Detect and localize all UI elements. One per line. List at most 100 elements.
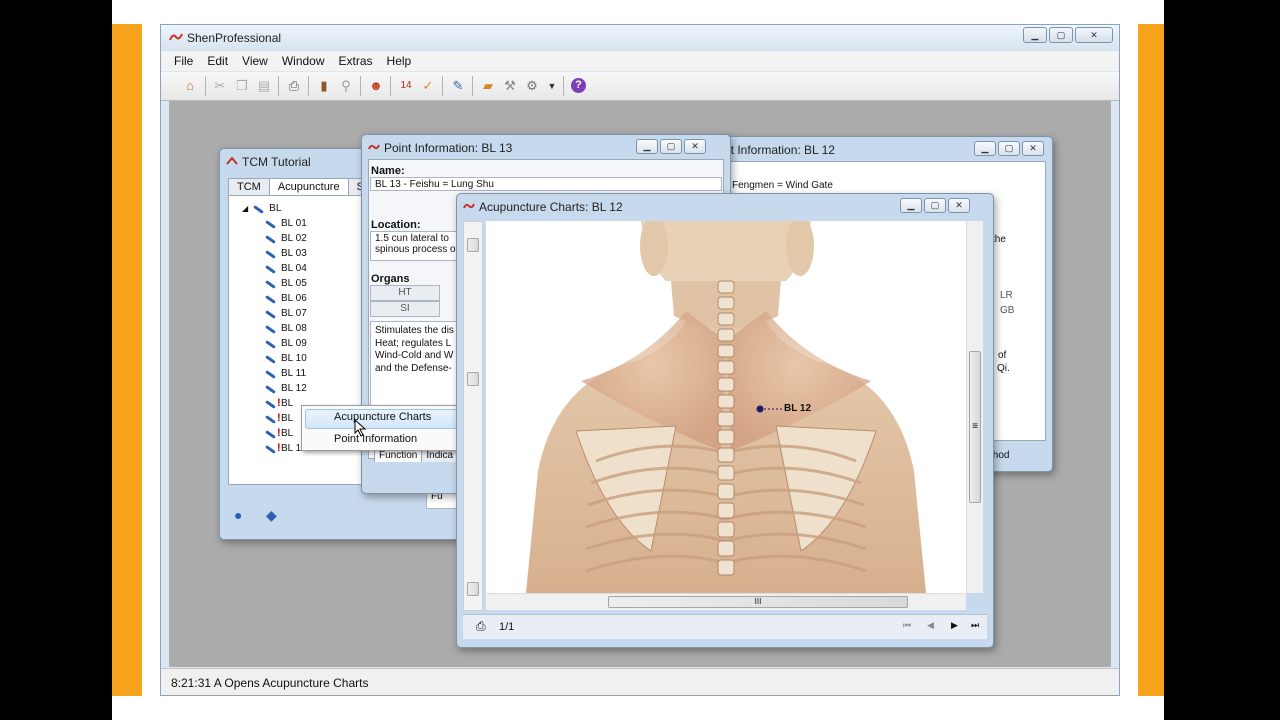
tree-root-bl[interactable]: ◢ BL xyxy=(242,201,281,216)
tools-icon[interactable]: ⚒ xyxy=(501,77,519,95)
name-label: Name: xyxy=(371,165,405,177)
acupuncture-chart-image[interactable]: BL 12 xyxy=(486,221,966,593)
status-text: 8:21:31 A Opens Acupuncture Charts xyxy=(171,676,369,690)
tree-item[interactable]: BL 06 xyxy=(264,291,307,306)
chart-vertical-scrollbar[interactable]: ≡ xyxy=(966,221,983,593)
minimize-button[interactable]: ▁ xyxy=(636,139,658,154)
home-icon[interactable]: ⌂ xyxy=(181,77,199,95)
close-button[interactable]: ✕ xyxy=(1022,141,1044,156)
menu-item-acupuncture-charts[interactable]: Acupuncture Charts xyxy=(334,411,431,423)
needle-icon xyxy=(264,218,276,230)
main-window: ShenProfessional ▁ ▢ ✕ File Edit View Wi… xyxy=(160,24,1120,696)
needle-icon xyxy=(264,383,276,395)
blue-pin-icon[interactable]: ● xyxy=(234,507,254,525)
maximize-button[interactable]: ▢ xyxy=(660,139,682,154)
organ-cell-ht: HT xyxy=(370,285,440,301)
tree-item[interactable]: BL xyxy=(264,396,293,411)
maximize-button[interactable]: ▢ xyxy=(998,141,1020,156)
cursor-icon xyxy=(354,419,367,437)
tree-item[interactable]: BL 05 xyxy=(264,276,307,291)
next-page-icon[interactable]: ▶ xyxy=(951,620,958,631)
tree-item[interactable]: BL 07 xyxy=(264,306,307,321)
orange-border-right xyxy=(1138,24,1164,696)
menu-view[interactable]: View xyxy=(235,51,275,71)
orange-border-left xyxy=(112,24,142,696)
close-button[interactable]: ✕ xyxy=(948,198,970,213)
maximize-button[interactable]: ▢ xyxy=(924,198,946,213)
needle-warning-icon xyxy=(264,397,281,410)
organs-label: Organs xyxy=(371,273,410,285)
book-icon[interactable]: ▮ xyxy=(315,77,333,95)
menu-help[interactable]: Help xyxy=(380,51,419,71)
dropdown-icon[interactable]: ▼ xyxy=(543,77,561,95)
tab-tcm[interactable]: TCM xyxy=(228,178,270,195)
menu-file[interactable]: File xyxy=(167,51,200,71)
help-icon[interactable]: ? xyxy=(571,78,586,93)
point12-name: Fengmen = Wind Gate xyxy=(732,180,833,191)
needle-icon xyxy=(264,308,276,320)
chart-horizontal-scrollbar[interactable]: III xyxy=(486,593,966,610)
patient-icon[interactable]: ☻ xyxy=(367,77,385,95)
thumbnail-scroll-thumb[interactable] xyxy=(467,238,479,252)
needle-icon xyxy=(264,293,276,305)
needle-warning-icon xyxy=(264,442,281,455)
minimize-button[interactable]: ▁ xyxy=(974,141,996,156)
vertical-scroll-thumb[interactable]: ≡ xyxy=(969,351,981,503)
needle-icon xyxy=(252,203,264,215)
tree-item[interactable]: BL 08 xyxy=(264,321,307,336)
blue-book-icon[interactable]: ◆ xyxy=(266,507,286,525)
point12-title: at Information: BL 12 xyxy=(724,143,835,157)
tree-item[interactable]: BL 02 xyxy=(264,231,307,246)
point13-name-field: BL 13 - Feishu = Lung Shu xyxy=(370,177,722,191)
location-label: Location: xyxy=(371,219,421,231)
toolbar: ⌂ ✂ ❐ ▤ ⎙ ▮ ⚲ ☻ 14 ✓ ✎ ▰ ⚒ ⚙ ▼ ? xyxy=(161,72,1119,101)
page-indicator: 1/1 xyxy=(499,621,515,633)
tree-item[interactable]: BL 03 xyxy=(264,246,307,261)
app-logo-icon xyxy=(169,33,183,41)
thumbnail-scroll-thumb[interactable] xyxy=(467,372,479,386)
point12-organ-gb: GB xyxy=(1000,305,1015,316)
previous-page-icon[interactable]: ◀ xyxy=(927,620,934,631)
paste-icon[interactable]: ▤ xyxy=(255,77,273,95)
tree-item[interactable]: BL 01 xyxy=(264,216,307,231)
last-page-icon[interactable]: ⏭ xyxy=(971,620,979,631)
minimize-button[interactable]: ▁ xyxy=(900,198,922,213)
tree-item[interactable]: BL 04 xyxy=(264,261,307,276)
needle-warning-icon xyxy=(264,427,281,440)
cut-icon[interactable]: ✂ xyxy=(211,77,229,95)
search-icon[interactable]: ✎ xyxy=(449,77,467,95)
settings-icon[interactable]: ⚙ xyxy=(523,77,541,95)
point12-location-tail: the xyxy=(992,234,1006,245)
calendar-icon[interactable]: 14 xyxy=(397,77,415,95)
point13-title: Point Information: BL 13 xyxy=(384,141,513,155)
needle-icon xyxy=(264,263,276,275)
close-button[interactable]: ✕ xyxy=(684,139,706,154)
menu-window[interactable]: Window xyxy=(275,51,332,71)
thumbnail-strip[interactable] xyxy=(463,221,483,611)
tree-item[interactable]: BL 11 xyxy=(264,366,306,381)
book-link-icon[interactable]: ⚲ xyxy=(337,77,355,95)
minimize-button[interactable]: ▁ xyxy=(1023,27,1047,43)
status-bar: 8:21:31 A Opens Acupuncture Charts xyxy=(161,668,1119,695)
copy-icon[interactable]: ❐ xyxy=(233,77,251,95)
thumbnail-scroll-thumb[interactable] xyxy=(467,582,479,596)
print-icon[interactable]: ⎙ xyxy=(285,77,303,95)
maximize-button[interactable]: ▢ xyxy=(1049,27,1073,43)
menu-item-point-information[interactable]: Point Information xyxy=(334,433,417,445)
notebook-icon[interactable]: ▰ xyxy=(479,77,497,95)
close-button[interactable]: ✕ xyxy=(1075,27,1113,43)
tree-item[interactable]: BL 09 xyxy=(264,336,307,351)
tree-item[interactable]: BL xyxy=(264,411,293,426)
printer-icon[interactable]: ⎙ xyxy=(476,619,486,634)
tab-acupuncture[interactable]: Acupuncture xyxy=(268,178,349,195)
charts-icon xyxy=(463,203,475,209)
menu-extras[interactable]: Extras xyxy=(332,51,380,71)
first-page-icon[interactable]: ⏮ xyxy=(903,620,911,631)
horizontal-scroll-thumb[interactable]: III xyxy=(608,596,908,608)
point-info-icon xyxy=(368,144,380,150)
check-calendar-icon[interactable]: ✓ xyxy=(419,77,437,95)
tree-item[interactable]: BL xyxy=(264,426,293,441)
tree-item[interactable]: BL 10 xyxy=(264,351,307,366)
menu-edit[interactable]: Edit xyxy=(200,51,235,71)
tree-item[interactable]: BL 12 xyxy=(264,381,307,396)
